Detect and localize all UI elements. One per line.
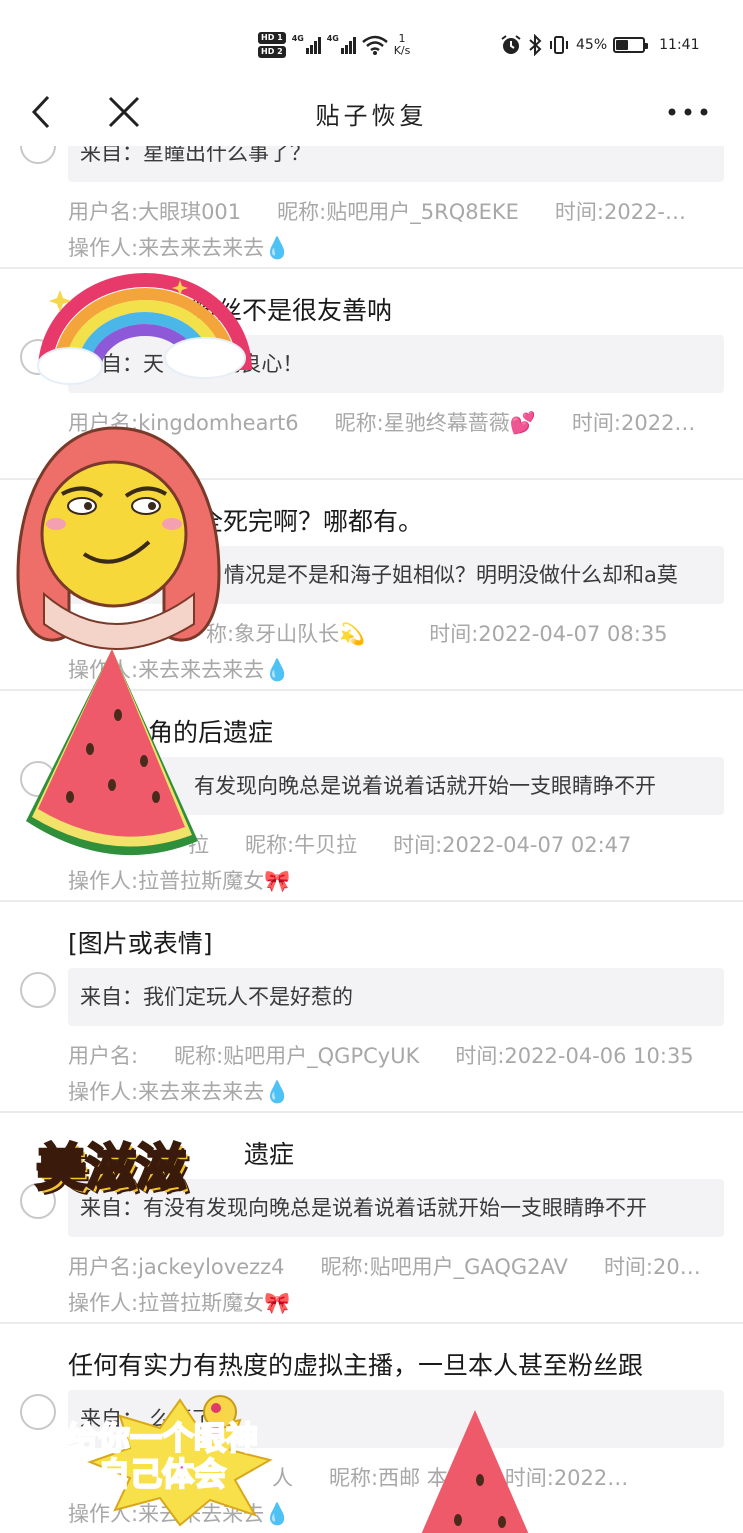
post-nickname: 昵称:西邮 本人 (329, 1466, 469, 1490)
post-title: 遗症 (244, 1140, 295, 1169)
post-operator: 操作人:来去来去来去💧 (68, 1502, 291, 1526)
select-radio[interactable] (20, 972, 56, 1008)
post-username: 拉 (188, 833, 209, 857)
select-radio[interactable] (20, 146, 56, 164)
post-source[interactable]: 来自： 么事了? (68, 1390, 724, 1448)
signal-sim2-icon: 4G (327, 34, 356, 54)
page-title: 贴子恢复 (315, 102, 428, 130)
hd2-badge: HD 2 (258, 46, 286, 58)
post-title: [图片或表情] (68, 929, 213, 958)
battery-icon (613, 37, 649, 53)
post-item[interactable]: 角的后遗症 有发现向晚总是说着说着话就开始一支眼睛睁不开 拉 昵称:牛贝拉 时间… (0, 691, 743, 902)
post-time: 时间:2022-… (554, 200, 687, 224)
post-title: 全死完啊？哪都有。 (198, 507, 424, 536)
post-nickname: 昵称:星驰终幕蔷薇💕 (334, 411, 536, 435)
select-radio[interactable] (20, 761, 56, 797)
post-source[interactable]: 来自：天 ！ 天地良心！ (68, 335, 724, 393)
post-operator: 操作人:来去来去来去💧 (68, 1080, 291, 1104)
status-right-group: 45% 11:41 (500, 28, 699, 62)
post-operator: 操作人:拉普拉斯魔女🎀 (68, 1291, 291, 1315)
post-source[interactable]: 来自：我们定玩人不是好惹的 (68, 968, 724, 1026)
post-username: 用户名: (68, 1044, 139, 1068)
wifi-icon (361, 35, 388, 55)
post-item[interactable]: 来自：星瞳出什么事了？ 用户名:大眼琪001 昵称:贴吧用户_5RQ8EKE 时… (0, 146, 743, 269)
post-item[interactable]: 粉丝不是很友善呐 来自：天 ！ 天地良心！ 用户名:kingdomheart6 … (0, 269, 743, 480)
status-left-group: HD 1 HD 2 4G 4G 1 K/s (258, 28, 410, 62)
post-nickname: 昵称:贴吧用户_5RQ8EKE (277, 200, 519, 224)
post-time: 时间:2022-04-07 02:47 (393, 833, 632, 857)
signal-sim1-icon: 4G (292, 34, 321, 54)
post-item[interactable]: 全死完啊？哪都有。 情况是不是和海子姐相似？明明没做什么却和a莫 称:象牙山队长… (0, 480, 743, 691)
post-operator: 操作人:来去来去来去💧 (68, 236, 291, 260)
post-list: 来自：星瞳出什么事了？ 用户名:大眼琪001 昵称:贴吧用户_5RQ8EKE 时… (0, 146, 743, 1533)
post-title: 任何有实力有热度的虚拟主播，一旦本人甚至粉丝跟 (68, 1351, 644, 1380)
post-item[interactable]: [图片或表情] 来自：我们定玩人不是好惹的 用户名: 昵称:贴吧用户_QGPCy… (0, 902, 743, 1113)
net-speed-unit: K/s (393, 44, 411, 57)
post-username: 用户名:kingdomheart6 (68, 411, 299, 435)
post-time: 时间:20… (603, 1255, 701, 1279)
post-meta: 用户名:kingdomheart6 昵称:星驰终幕蔷薇💕 时间:2022… (68, 407, 724, 437)
post-source[interactable]: 情况是不是和海子姐相似？明明没做什么却和a莫 (68, 546, 724, 604)
select-radio[interactable] (20, 339, 56, 375)
status-bar: HD 1 HD 2 4G 4G 1 K/s 45% 11:41 (0, 0, 743, 80)
select-radio[interactable] (20, 1394, 56, 1430)
bluetooth-icon (529, 34, 542, 56)
hd1-badge: HD 1 (258, 32, 286, 44)
post-item[interactable]: 任何有实力有热度的虚拟主播，一旦本人甚至粉丝跟 来自： 么事了? 人 昵称:西邮… (0, 1324, 743, 1533)
post-time: 时间:2022… (504, 1466, 629, 1490)
post-item[interactable]: 遗症 来自：有没有发现向晚总是说着说着话就开始一支眼睛睁不开 用户名:jacke… (0, 1113, 743, 1324)
post-time: 时间:2022-04-07 08:35 (429, 622, 668, 646)
post-meta: 用户名:jackeylovezz4 昵称:贴吧用户_GAQG2AV 时间:20… (68, 1251, 724, 1281)
post-title: 粉丝不是很友善呐 (192, 296, 393, 325)
hd-badges: HD 1 HD 2 (258, 32, 286, 58)
post-nickname: 昵称:贴吧用户_QGPCyUK (174, 1044, 420, 1068)
alarm-icon (501, 35, 521, 54)
post-source[interactable]: 有发现向晚总是说着说着话就开始一支眼睛睁不开 (68, 757, 724, 815)
net-speed: 1 K/s (394, 33, 411, 57)
post-meta: 拉 昵称:牛贝拉 时间:2022-04-07 02:47 (68, 829, 724, 859)
more-dots-icon (668, 108, 708, 116)
battery-percent: 45% (576, 37, 608, 53)
post-source[interactable]: 来自：有没有发现向晚总是说着说着话就开始一支眼睛睁不开 (68, 1179, 724, 1237)
post-title: 角的后遗症 (148, 718, 274, 747)
post-nickname: 昵称:贴吧用户_GAQG2AV (320, 1255, 568, 1279)
post-time: 时间:2022… (571, 411, 696, 435)
post-nickname: 昵称:牛贝拉 (245, 833, 358, 857)
post-operator: 操作人:来去来去来去💧 (68, 658, 291, 682)
clock: 11:41 (659, 37, 700, 53)
battery-fill (616, 40, 628, 50)
post-meta: 称:象牙山队长💫 时间:2022-04-07 08:35 (68, 618, 724, 648)
post-meta: 用户名:大眼琪001 昵称:贴吧用户_5RQ8EKE 时间:2022-… (68, 196, 724, 226)
post-username: 用户名:大眼琪001 (68, 200, 242, 224)
top-nav-bar: 贴子恢复 (0, 80, 743, 146)
vibrate-icon (550, 36, 568, 54)
post-nickname: 称:象牙山队长💫 (206, 622, 366, 646)
post-meta: 用户名: 昵称:贴吧用户_QGPCyUK 时间:2022-04-06 10:35 (68, 1040, 724, 1070)
select-radio[interactable] (20, 550, 56, 586)
post-username: 人 (272, 1466, 293, 1490)
select-radio[interactable] (20, 1183, 56, 1219)
post-source[interactable]: 来自：星瞳出什么事了？ (68, 146, 724, 182)
post-meta: 人 昵称:西邮 本人 时间:2022… (68, 1462, 724, 1492)
post-time: 时间:2022-04-06 10:35 (455, 1044, 694, 1068)
post-operator: 操作人:拉普拉斯魔女🎀 (68, 869, 291, 893)
post-username: 用户名:jackeylovezz4 (68, 1255, 285, 1279)
more-button[interactable] (660, 92, 716, 132)
